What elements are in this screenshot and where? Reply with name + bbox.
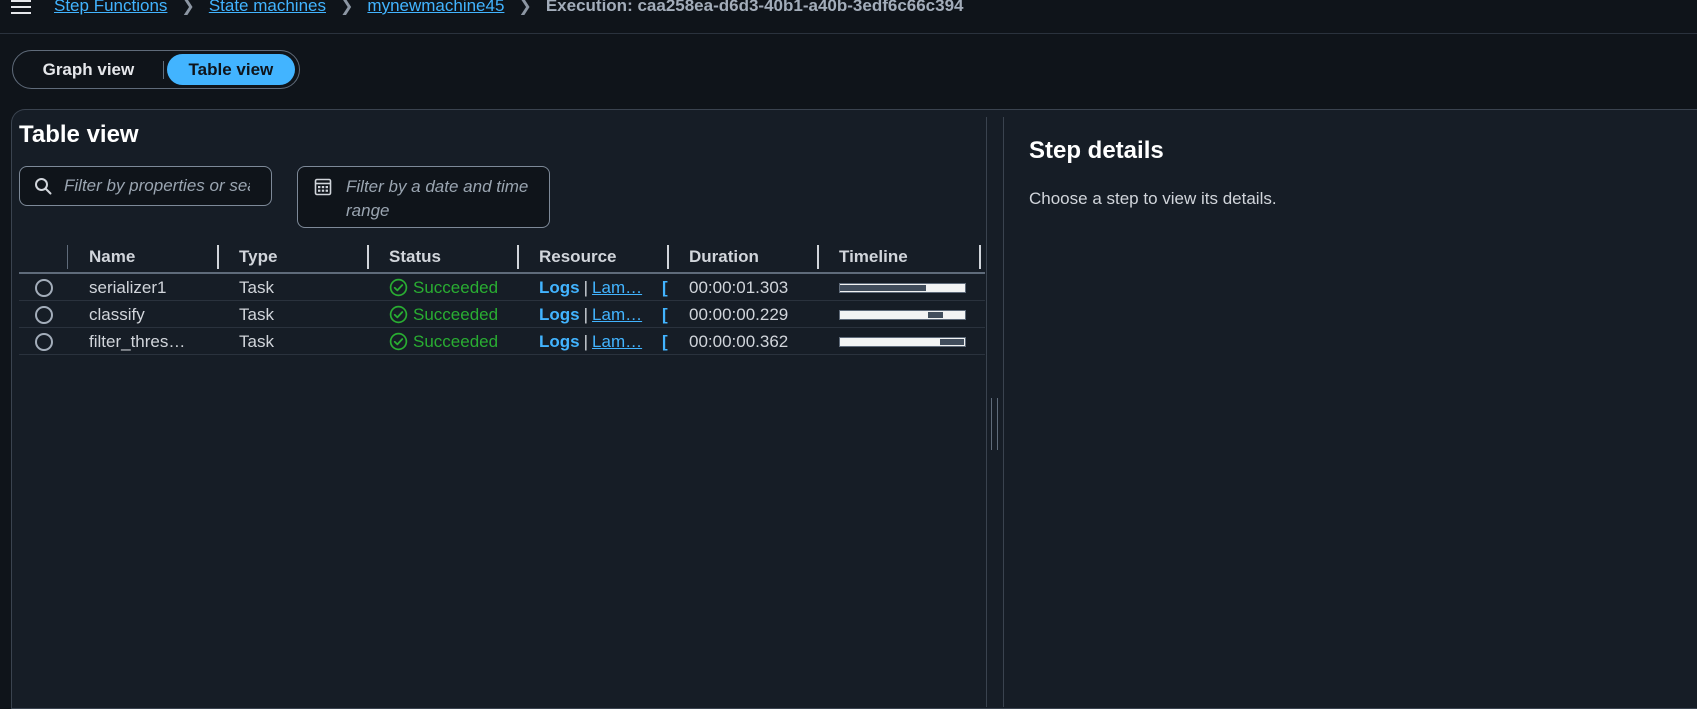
logs-link[interactable]: Logs	[539, 332, 580, 351]
chevron-right-icon: ❯	[181, 0, 195, 15]
step-resource: Logs | Lam…	[539, 274, 642, 301]
resource-separator: |	[583, 332, 589, 351]
column-header-name[interactable]: Name	[89, 245, 135, 269]
success-check-icon	[389, 332, 408, 351]
row-radio-button[interactable]	[35, 333, 53, 351]
lambda-link[interactable]: Lam…	[592, 305, 642, 324]
column-header-type[interactable]: Type	[239, 245, 277, 269]
step-details-hint: Choose a step to view its details.	[1029, 189, 1277, 208]
column-header-duration[interactable]: Duration	[689, 245, 759, 269]
step-resource: Logs | Lam…	[539, 328, 642, 355]
row-radio-button[interactable]	[35, 279, 53, 297]
table-view-button[interactable]: Table view	[166, 54, 295, 85]
step-type: Task	[239, 278, 274, 297]
lambda-link[interactable]: Lam…	[592, 278, 642, 297]
timeline-segment	[928, 312, 943, 318]
column-divider	[67, 245, 68, 269]
step-details-title: Step details	[1029, 137, 1164, 164]
column-resizer[interactable]	[667, 245, 669, 269]
step-duration: 00:00:00.229	[689, 305, 789, 324]
column-header-timeline[interactable]: Timeline	[839, 245, 908, 269]
breadcrumb-step-functions[interactable]: Step Functions	[54, 0, 167, 16]
timeline-segment	[840, 285, 926, 291]
view-toggle: Graph view Table view	[12, 50, 300, 89]
search-icon	[35, 178, 52, 195]
steps-table: Name Type Status Resource Duration Timel…	[19, 242, 985, 355]
chevron-right-icon: ❯	[518, 0, 532, 15]
lambda-link[interactable]: Lam…	[592, 332, 642, 351]
step-name: filter_thres…	[89, 332, 186, 351]
resize-handle[interactable]	[991, 398, 998, 450]
bracket-icon: [	[662, 305, 668, 324]
search-input[interactable]	[62, 175, 252, 197]
table-row[interactable]: filter_thres… Task Succeeded Logs | Lam… […	[19, 328, 985, 355]
table-row[interactable]: serializer1 Task Succeeded Logs | Lam… [ 0…	[19, 274, 985, 301]
step-name: serializer1	[89, 278, 167, 297]
date-range-filter[interactable]: Filter by a date and time range	[297, 166, 550, 228]
menu-icon[interactable]	[11, 0, 31, 18]
success-check-icon	[389, 278, 408, 297]
status-label: Succeeded	[413, 305, 499, 324]
step-duration: 00:00:00.362	[689, 332, 789, 351]
row-radio-button[interactable]	[35, 306, 53, 324]
step-status: Succeeded	[389, 301, 498, 328]
status-label: Succeeded	[413, 332, 499, 351]
timeline-segment	[940, 339, 964, 345]
breadcrumb-state-machine[interactable]: mynewmachine45	[367, 0, 504, 16]
step-duration: 00:00:01.303	[689, 278, 789, 297]
chevron-right-icon: ❯	[340, 0, 354, 15]
bracket-icon: [	[662, 332, 668, 351]
breadcrumb-state-machines[interactable]: State machines	[209, 0, 326, 16]
toggle-divider	[162, 60, 164, 79]
table-header: Name Type Status Resource Duration Timel…	[19, 242, 985, 274]
table-view-title: Table view	[19, 121, 139, 148]
logs-link[interactable]: Logs	[539, 305, 580, 324]
column-resizer[interactable]	[517, 245, 519, 269]
panel-divider	[1003, 117, 1004, 707]
resource-separator: |	[583, 278, 589, 297]
column-resizer[interactable]	[817, 245, 819, 269]
timeline-bar	[839, 337, 966, 347]
column-resizer[interactable]	[979, 245, 981, 269]
resource-separator: |	[583, 305, 589, 324]
search-filter[interactable]	[19, 166, 272, 206]
step-status: Succeeded	[389, 274, 498, 301]
panel-divider	[986, 117, 987, 707]
timeline-bar	[839, 310, 966, 320]
step-name: classify	[89, 305, 145, 324]
breadcrumb-current-execution: Execution: caa258ea-d6d3-40b1-a40b-3edf6…	[545, 0, 964, 15]
column-header-resource[interactable]: Resource	[539, 245, 616, 269]
top-bar: Step Functions ❯ State machines ❯ mynewm…	[0, 0, 1697, 34]
timeline-bar	[839, 283, 966, 293]
breadcrumb: Step Functions ❯ State machines ❯ mynewm…	[54, 0, 964, 16]
bracket-icon: [	[662, 278, 668, 297]
calendar-icon	[314, 178, 332, 196]
date-range-label: Filter by a date and time range	[346, 177, 529, 220]
logs-link[interactable]: Logs	[539, 278, 580, 297]
success-check-icon	[389, 305, 408, 324]
step-type: Task	[239, 332, 274, 351]
column-resizer[interactable]	[217, 245, 219, 269]
column-resizer[interactable]	[367, 245, 369, 269]
step-type: Task	[239, 305, 274, 324]
column-header-status[interactable]: Status	[389, 245, 441, 269]
step-status: Succeeded	[389, 328, 498, 355]
table-row[interactable]: classify Task Succeeded Logs | Lam… [ 00:0…	[19, 301, 985, 328]
step-resource: Logs | Lam…	[539, 301, 642, 328]
graph-view-button[interactable]: Graph view	[17, 54, 160, 85]
status-label: Succeeded	[413, 278, 499, 297]
